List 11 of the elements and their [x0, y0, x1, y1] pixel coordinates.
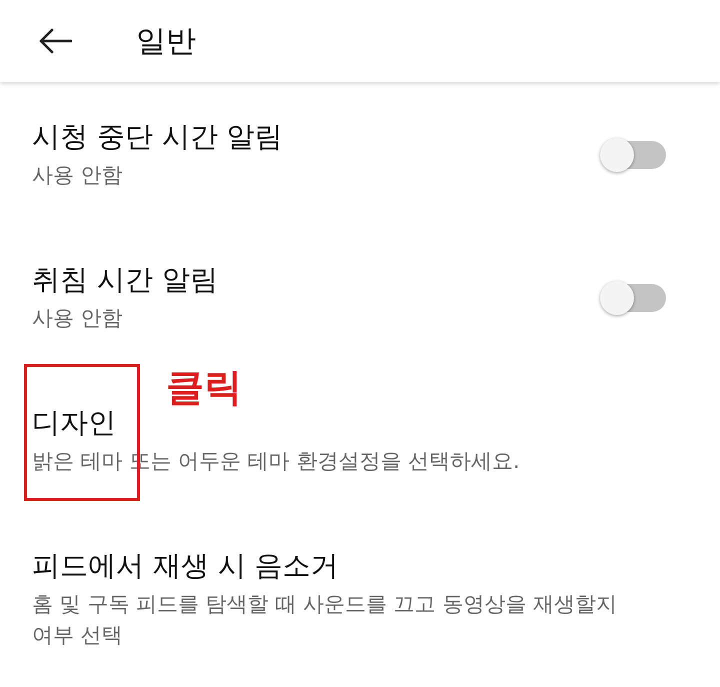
screen-title: 일반: [136, 22, 196, 60]
setting-description: 사용 안함: [32, 305, 124, 332]
setting-title[interactable]: 피드에서 재생 시 음소거: [32, 547, 632, 585]
toggle-switch[interactable]: [602, 140, 666, 168]
setting-title[interactable]: 취침 시간 알림: [32, 261, 218, 299]
annotation-label: 클릭: [166, 364, 242, 411]
setting-description: 사용 안함: [32, 162, 124, 189]
setting-title[interactable]: 시청 중단 시간 알림: [32, 118, 283, 156]
back-arrow-icon[interactable]: [38, 28, 72, 54]
toggle-switch[interactable]: [602, 284, 666, 312]
setting-description: 홈 및 구독 피드를 탐색할 때 사운드를 끄고 동영상을 재생할지 여부 선택: [32, 591, 618, 649]
